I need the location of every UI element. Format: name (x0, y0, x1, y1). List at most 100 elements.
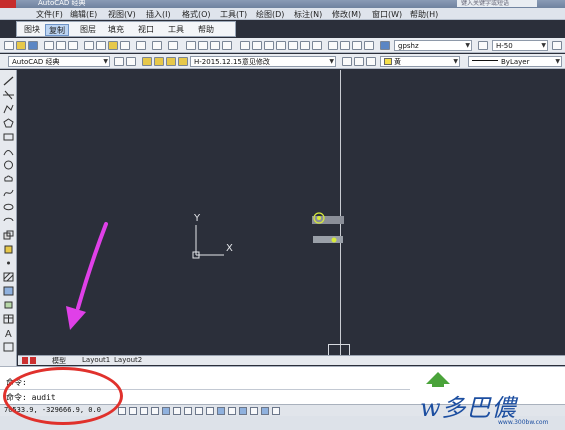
design-center-icon[interactable] (252, 41, 262, 50)
annotation-monitor-icon[interactable] (272, 407, 280, 415)
gradient-icon[interactable] (3, 286, 14, 296)
circle-icon[interactable] (3, 160, 14, 170)
tab-viewport[interactable]: 视口 (135, 24, 157, 36)
block-editor-icon[interactable] (136, 41, 146, 50)
copy-icon[interactable] (96, 41, 106, 50)
snap-mode-icon[interactable] (129, 407, 137, 415)
markup-icon[interactable] (288, 41, 298, 50)
quickcalc-icon[interactable] (300, 41, 310, 50)
transparency-icon[interactable] (239, 407, 247, 415)
tab-tools[interactable]: 工具 (165, 24, 187, 36)
tab-model[interactable]: 模型 (52, 356, 66, 366)
table-style-icon[interactable] (340, 41, 350, 50)
help-icon[interactable] (312, 41, 322, 50)
search-input[interactable]: 键入关键字或短语 (457, 0, 537, 7)
menu-modify[interactable]: 修改(M) (332, 9, 361, 20)
color-select[interactable]: 黄 ▼ (380, 56, 460, 67)
polar-tracking-icon[interactable] (162, 407, 170, 415)
3d-object-snap-icon[interactable] (184, 407, 192, 415)
layer-select[interactable]: H-2015.12.15意见修改 ▼ (190, 56, 336, 67)
layer-freeze-icon[interactable] (154, 57, 164, 66)
polyline-icon[interactable] (3, 104, 14, 114)
sheet-set-icon[interactable] (276, 41, 286, 50)
dynamic-ucs-icon[interactable] (206, 407, 214, 415)
drawing-object[interactable] (312, 212, 344, 226)
quick-properties-icon[interactable] (250, 407, 258, 415)
workspace-select[interactable]: AutoCAD 经典 ▼ (8, 56, 110, 67)
tab-blocks[interactable]: 图块 (21, 24, 43, 36)
menu-dimension[interactable]: 标注(N) (294, 9, 322, 20)
infer-constraints-icon[interactable] (118, 407, 126, 415)
dynamic-input-icon[interactable] (217, 407, 225, 415)
drawing-object[interactable] (313, 235, 343, 245)
ellipse-icon[interactable] (3, 202, 14, 212)
menu-edit[interactable]: 编辑(E) (70, 9, 97, 20)
match-properties-icon[interactable] (120, 41, 130, 50)
menu-view[interactable]: 视图(V) (108, 9, 136, 20)
menu-tools[interactable]: 工具(T) (220, 9, 247, 20)
tab-help[interactable]: 帮助 (195, 24, 217, 36)
text-style-icon[interactable] (328, 41, 338, 50)
spline-icon[interactable] (3, 188, 14, 198)
print-icon[interactable] (44, 41, 54, 50)
tab-hatch[interactable]: 填充 (105, 24, 127, 36)
arc-icon[interactable] (3, 146, 14, 156)
menu-file[interactable]: 文件(F) (36, 9, 63, 20)
zoom-realtime-icon[interactable] (198, 41, 208, 50)
first-layout-icon[interactable] (22, 357, 28, 364)
print-preview-icon[interactable] (56, 41, 66, 50)
lineweight-icon[interactable] (228, 407, 236, 415)
undo-icon[interactable] (152, 41, 162, 50)
line-tool-icon[interactable] (3, 76, 14, 86)
make-block-icon[interactable] (3, 244, 14, 254)
grid-display-icon[interactable] (140, 407, 148, 415)
menu-format[interactable]: 格式(O) (182, 9, 211, 20)
revision-cloud-icon[interactable] (3, 174, 14, 184)
prev-layout-icon[interactable] (30, 357, 36, 364)
ellipse-arc-icon[interactable] (3, 216, 14, 226)
multiline-text-icon[interactable]: A (3, 328, 14, 340)
construction-line-icon[interactable] (3, 90, 14, 100)
region-icon[interactable] (3, 300, 14, 310)
publish-icon[interactable] (68, 41, 78, 50)
ortho-mode-icon[interactable] (151, 407, 159, 415)
make-current-layer-icon[interactable] (342, 57, 352, 66)
zoom-previous-icon[interactable] (222, 41, 232, 50)
layer-previous-icon[interactable] (354, 57, 364, 66)
point-icon[interactable] (3, 258, 14, 268)
paste-icon[interactable] (108, 41, 118, 50)
tab-layers[interactable]: 图层 (77, 24, 99, 36)
add-selected-icon[interactable] (3, 342, 14, 352)
layer-manager-icon[interactable] (126, 57, 136, 66)
new-file-icon[interactable] (4, 41, 14, 50)
table-icon[interactable] (3, 314, 14, 324)
rectangle-icon[interactable] (3, 132, 14, 142)
cut-icon[interactable] (84, 41, 94, 50)
text-style-select[interactable]: gpshz ▼ (394, 40, 472, 51)
open-file-icon[interactable] (16, 41, 26, 50)
multileader-combo-icon[interactable] (552, 41, 562, 50)
tab-layout2[interactable]: Layout2 (114, 356, 142, 364)
linetype-select[interactable]: ByLayer ▼ (468, 56, 562, 67)
zoom-window-icon[interactable] (210, 41, 220, 50)
polygon-icon[interactable] (3, 118, 14, 128)
tab-layout1[interactable]: Layout1 (82, 356, 110, 364)
layer-color-icon[interactable] (178, 57, 188, 66)
menu-insert[interactable]: 插入(I) (146, 9, 171, 20)
tab-copy[interactable]: 复制 (45, 24, 69, 36)
tool-palettes-icon[interactable] (264, 41, 274, 50)
object-snap-tracking-icon[interactable] (195, 407, 203, 415)
hatch-icon[interactable] (3, 272, 14, 282)
dim-style-icon[interactable] (364, 41, 374, 50)
menu-window[interactable]: 窗口(W) (372, 9, 402, 20)
selection-cycling-icon[interactable] (261, 407, 269, 415)
menu-help[interactable]: 帮助(H) (410, 9, 438, 20)
workspace-settings-icon[interactable] (114, 57, 124, 66)
layer-state-icon[interactable] (366, 57, 376, 66)
layer-lock-icon[interactable] (166, 57, 176, 66)
dim-style-select[interactable]: H-50 ▼ (492, 40, 548, 51)
layer-on-icon[interactable] (142, 57, 152, 66)
multileader-style-icon[interactable] (352, 41, 362, 50)
menu-draw[interactable]: 绘图(D) (256, 9, 284, 20)
save-icon[interactable] (28, 41, 38, 50)
